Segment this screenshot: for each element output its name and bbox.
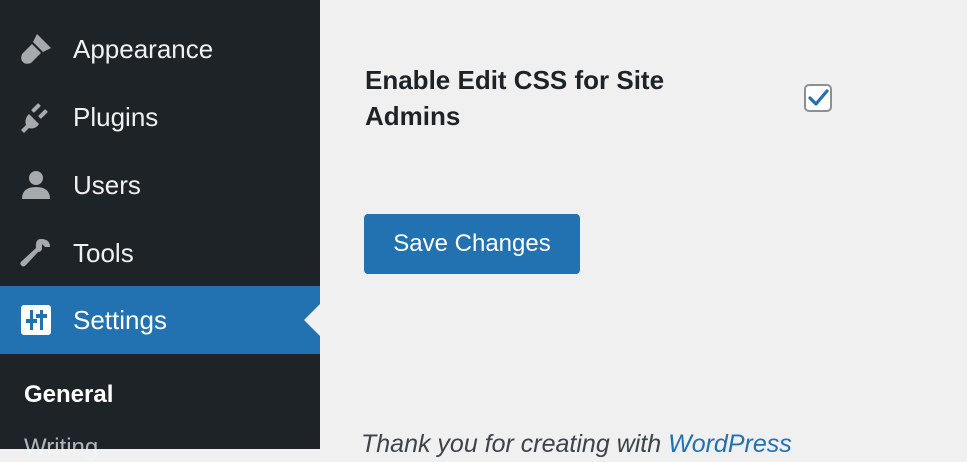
- footer-thank-you: Thank you for creating with WordPress: [361, 430, 792, 459]
- menu-label: Appearance: [73, 33, 214, 64]
- active-indicator-arrow: [304, 304, 320, 336]
- wordpress-link[interactable]: WordPress: [668, 430, 792, 458]
- menu-label: Settings: [73, 304, 167, 335]
- user-icon: [18, 167, 54, 203]
- save-changes-button[interactable]: Save Changes: [364, 214, 580, 274]
- menu-label: Users: [73, 169, 141, 200]
- submenu-item-writing[interactable]: Writing: [24, 434, 98, 462]
- menu-label: Plugins: [73, 101, 159, 132]
- menu-item-tools[interactable]: Tools: [0, 219, 320, 287]
- menu-label: Tools: [73, 237, 134, 268]
- checkmark-icon: [808, 89, 829, 106]
- footer-prefix: Thank you for creating with: [361, 430, 669, 458]
- paintbrush-icon: [18, 31, 54, 67]
- admin-sidebar: Appearance Plugins Users Tools Settings …: [0, 0, 320, 461]
- plug-icon: [18, 99, 54, 135]
- menu-item-plugins[interactable]: Plugins: [0, 83, 320, 151]
- settings-content: Enable Edit CSS for Site Admins Save Cha…: [320, 0, 967, 458]
- setting-label: Enable Edit CSS for Site Admins: [365, 65, 665, 131]
- menu-item-users[interactable]: Users: [0, 151, 320, 219]
- menu-item-appearance[interactable]: Appearance: [0, 15, 320, 83]
- menu-item-settings[interactable]: Settings: [0, 286, 320, 354]
- settings-sliders-icon: [18, 302, 54, 338]
- enable-edit-css-checkbox[interactable]: [804, 84, 832, 112]
- wrench-icon: [18, 235, 54, 271]
- submenu-item-general[interactable]: General: [24, 381, 113, 409]
